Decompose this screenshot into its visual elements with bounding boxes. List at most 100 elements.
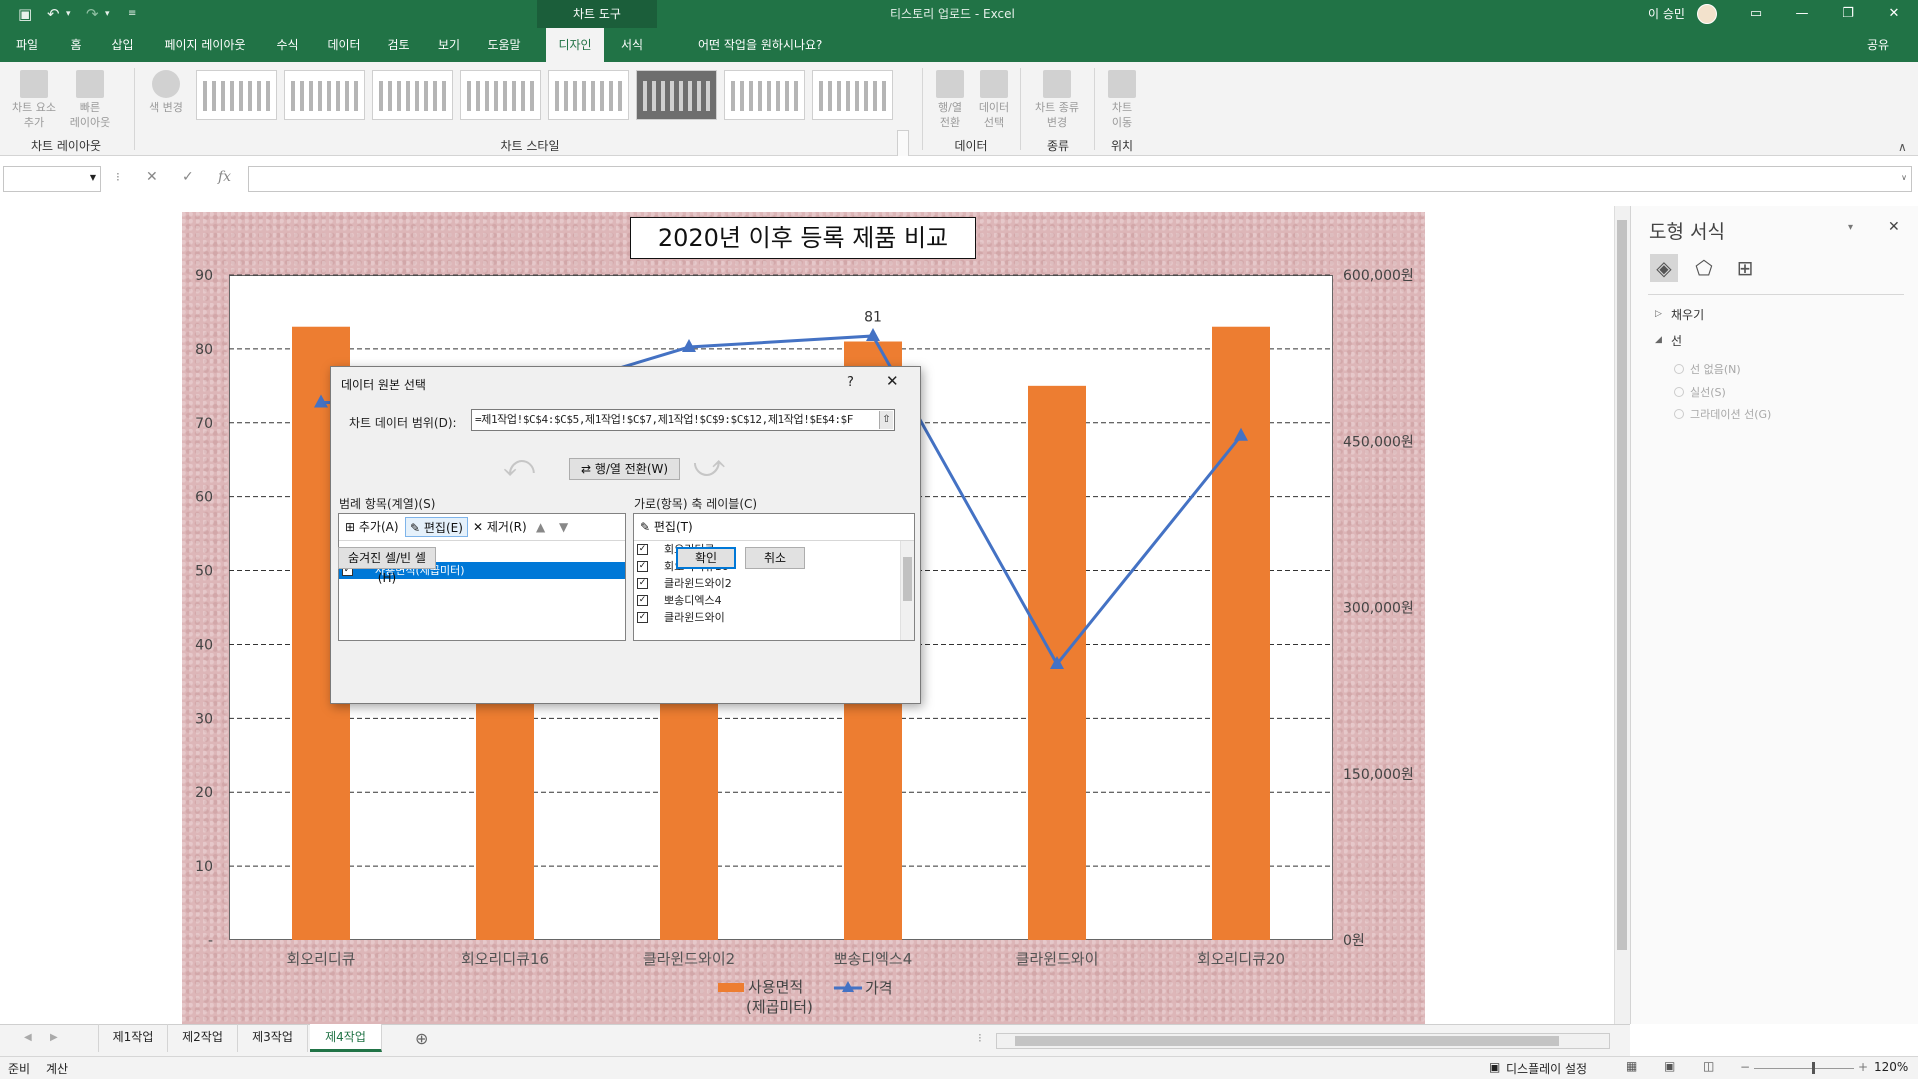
solid-line-option[interactable]: 실선(S) — [1674, 384, 1726, 400]
split-handle-icon[interactable]: ⁝ — [978, 1031, 982, 1045]
x-tick-label: 회오리디큐20 — [1197, 950, 1285, 968]
display-settings-icon: ▣ — [1489, 1060, 1501, 1074]
y-left-tick-label: 90 — [195, 268, 213, 284]
sheet-tab-3[interactable]: 제3작업 — [238, 1024, 308, 1052]
collapsed-icon[interactable]: ▷ — [1655, 309, 1662, 319]
y-right-tick-label: 600,000원 — [1343, 268, 1414, 284]
edit-icon: ✎ — [640, 520, 654, 534]
radio[interactable] — [1674, 409, 1684, 419]
pane-divider — [1648, 294, 1904, 295]
add-icon: ⊞ — [345, 520, 359, 534]
arrow-left-icon: ⤺ — [503, 449, 536, 484]
y-left-tick-label: 30 — [195, 711, 213, 727]
size-properties-tab-icon[interactable]: ⊞ — [1731, 254, 1759, 282]
list-item[interactable]: ✓ 뽀송디엑스4 — [634, 592, 914, 609]
page-break-view-icon[interactable]: ◫ — [1703, 1059, 1714, 1073]
expanded-icon[interactable]: ◢ — [1655, 335, 1662, 345]
vertical-scroll-thumb[interactable] — [1617, 220, 1627, 950]
radio[interactable] — [1674, 364, 1684, 374]
collapse-dialog-button[interactable]: ⇧ — [879, 411, 893, 429]
y-left-tick-label: 10 — [195, 859, 213, 875]
arrow-right-icon: ⤻ — [693, 449, 726, 484]
checkbox[interactable]: ✓ — [637, 561, 648, 572]
status-calculate[interactable]: 계산 — [46, 1060, 68, 1077]
y-left-tick-label: 50 — [195, 564, 213, 580]
y-right-tick-label: 0원 — [1343, 933, 1365, 949]
zoom-in-icon[interactable]: + — [1858, 1060, 1868, 1074]
status-bar: 준비 계산 ▣ 디스플레이 설정 ▦ ▣ ◫ − + 120% — [0, 1056, 1918, 1079]
y-right-tick-label: 150,000원 — [1343, 767, 1414, 783]
legend-swatch-bar — [718, 983, 744, 992]
scroll-right-icon[interactable]: ▶ — [50, 1032, 58, 1043]
y-left-tick-label: 60 — [195, 490, 213, 506]
axis-labels-label: 가로(항목) 축 레이블(C) — [634, 497, 758, 511]
y-right-tick-label: 450,000원 — [1343, 434, 1414, 450]
y-left-tick-label: - — [208, 933, 213, 949]
zoom-out-icon[interactable]: − — [1740, 1060, 1750, 1074]
chart-range-input[interactable]: =제1작업!$C$4:$C$5,제1작업!$C$7,제1작업!$C$9:$C$1… — [471, 409, 895, 431]
checkbox[interactable]: ✓ — [637, 578, 648, 589]
sheet-tab-1[interactable]: 제1작업 — [98, 1024, 168, 1052]
chart-range-label: 차트 데이터 범위(D): — [349, 416, 457, 430]
checkbox[interactable]: ✓ — [637, 612, 648, 623]
y-left-tick-label: 20 — [195, 785, 213, 801]
format-shape-pane — [1630, 206, 1918, 1024]
legend-label: (제곱미터) — [746, 998, 813, 1016]
remove-series-button[interactable]: ✕ 제거(R) — [469, 517, 531, 537]
switch-icon: ⇄ — [580, 462, 595, 476]
edit-axis-labels-button[interactable]: ✎ 편집(T) — [636, 517, 697, 537]
cancel-button[interactable]: 취소 — [745, 547, 805, 569]
x-tick-label: 회오리디큐16 — [461, 950, 549, 968]
add-sheet-icon[interactable]: ⊕ — [415, 1029, 428, 1048]
y-left-tick-label: 70 — [195, 416, 213, 432]
y-left-tick-label: 80 — [195, 342, 213, 358]
horizontal-scroll-thumb[interactable] — [1015, 1036, 1559, 1046]
legend-entries-label: 범례 항목(계열)(S) — [339, 497, 436, 511]
hidden-cells-button[interactable]: 숨겨진 셀/빈 셀(H) — [338, 547, 436, 585]
add-series-button[interactable]: ⊞ 추가(A) — [341, 517, 403, 537]
y-left-tick-label: 40 — [195, 637, 213, 653]
zoom-level[interactable]: 120% — [1874, 1060, 1908, 1074]
status-ready: 준비 — [8, 1062, 31, 1076]
pane-options-icon[interactable]: ▾ — [1848, 222, 1853, 233]
bar — [1212, 326, 1270, 940]
x-tick-label: 클라윈드와이2 — [643, 950, 735, 968]
fill-section[interactable]: 채우기 — [1671, 306, 1704, 323]
switch-row-column-dialog-button[interactable]: ⇄ 행/열 전환(W) — [569, 458, 680, 480]
no-line-option[interactable]: 선 없음(N) — [1674, 361, 1741, 377]
y-right-tick-label: 300,000원 — [1343, 601, 1414, 617]
select-data-source-dialog: 데이터 원본 선택 ? ✕ 차트 데이터 범위(D): =제1작업!$C$4:$… — [330, 366, 921, 704]
dialog-close-button[interactable]: ✕ — [886, 372, 899, 390]
dialog-title: 데이터 원본 선택 — [341, 378, 426, 392]
list-scrollbar[interactable] — [900, 541, 914, 640]
move-up-button[interactable]: ▲ — [532, 517, 549, 537]
sheet-tab-4[interactable]: 제4작업 — [310, 1024, 382, 1052]
line-section[interactable]: 선 — [1671, 332, 1682, 349]
ok-button[interactable]: 확인 — [676, 547, 736, 569]
fill-line-tab-icon[interactable]: ◈ — [1650, 254, 1678, 282]
radio[interactable] — [1674, 387, 1684, 397]
checkbox[interactable]: ✓ — [637, 544, 648, 555]
checkbox[interactable]: ✓ — [637, 595, 648, 606]
data-label: 81 — [864, 310, 882, 326]
sheet-tab-2[interactable]: 제2작업 — [168, 1024, 238, 1052]
gradient-line-option[interactable]: 그라데이션 선(G) — [1674, 406, 1771, 422]
list-item[interactable]: ✓ 클라윈드와이 — [634, 609, 914, 626]
zoom-slider-thumb[interactable] — [1812, 1062, 1815, 1074]
help-button[interactable]: ? — [847, 375, 854, 390]
scroll-left-icon[interactable]: ◀ — [24, 1032, 32, 1043]
remove-icon: ✕ — [473, 520, 487, 534]
edit-icon: ✎ — [410, 521, 424, 535]
list-item[interactable]: ✓ 클라윈드와이2 — [634, 575, 914, 592]
format-pane-title: 도형 서식 — [1649, 221, 1725, 243]
page-layout-view-icon[interactable]: ▣ — [1664, 1059, 1675, 1073]
pane-close-icon[interactable]: ✕ — [1888, 219, 1900, 235]
effects-tab-icon[interactable]: ⬠ — [1690, 254, 1718, 282]
move-down-button[interactable]: ▼ — [555, 517, 572, 537]
normal-view-icon[interactable]: ▦ — [1626, 1059, 1637, 1073]
edit-series-button[interactable]: ✎ 편집(E) — [405, 517, 468, 537]
x-tick-label: 회오리디큐 — [286, 950, 355, 968]
display-settings[interactable]: 디스플레이 설정 — [1506, 1060, 1587, 1077]
x-tick-label: 클라윈드와이 — [1016, 950, 1099, 968]
zoom-slider[interactable] — [1754, 1068, 1854, 1069]
